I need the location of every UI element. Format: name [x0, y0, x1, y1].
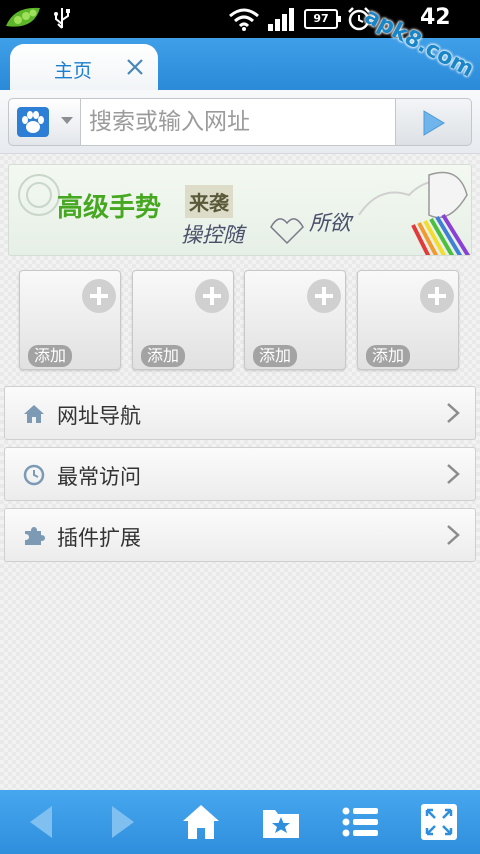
add-label: 添加	[366, 345, 411, 367]
banner-subtitle-left: 操控随	[181, 223, 244, 247]
clock-icon	[23, 464, 45, 486]
quick-add-tile[interactable]: 添加	[244, 270, 346, 370]
chevron-down-icon	[61, 117, 73, 124]
status-bar: 97 42	[0, 0, 480, 38]
chevron-right-icon	[447, 403, 460, 423]
fullscreen-icon[interactable]	[419, 802, 459, 842]
tab-home[interactable]: 主页	[10, 44, 158, 90]
forward-icon[interactable]	[102, 802, 142, 842]
banner-stamp: 来袭	[185, 185, 233, 218]
chevron-right-icon	[447, 525, 460, 545]
peapod-app-icon	[6, 7, 40, 27]
play-arrow-icon	[423, 110, 445, 136]
bottom-toolbar	[0, 790, 480, 854]
close-icon[interactable]	[124, 56, 146, 78]
wifi-icon	[229, 8, 259, 31]
tab-bar: 主页	[0, 38, 480, 90]
menu-item-label: 最常访问	[57, 465, 141, 489]
url-bar	[0, 90, 480, 154]
add-label: 添加	[253, 345, 298, 367]
menu-item-most-visited[interactable]: 最常访问	[4, 447, 476, 501]
go-button[interactable]	[396, 98, 472, 146]
alarm-icon	[348, 7, 370, 31]
signal-icon	[268, 8, 294, 31]
plus-icon	[307, 279, 341, 313]
home-icon[interactable]	[181, 802, 221, 842]
banner-subtitle-right: 所欲	[309, 211, 351, 235]
quick-add-tile[interactable]: 添加	[357, 270, 459, 370]
gesture-banner[interactable]: 高级手势 来袭 操控随 所欲	[8, 164, 472, 256]
plus-icon	[82, 279, 116, 313]
clock-time: 42	[420, 5, 451, 30]
menu-item-extensions[interactable]: 插件扩展	[4, 508, 476, 562]
search-input[interactable]	[80, 98, 396, 146]
usb-icon	[54, 8, 70, 29]
battery-icon: 97	[304, 9, 341, 29]
add-label: 添加	[141, 345, 186, 367]
quick-add-tile[interactable]: 添加	[132, 270, 234, 370]
tab-label: 主页	[54, 60, 93, 82]
add-label: 添加	[28, 345, 73, 367]
menu-list-icon[interactable]	[340, 802, 380, 842]
menu-item-label: 网址导航	[57, 404, 141, 428]
baidu-paw-icon	[17, 107, 49, 137]
plus-icon	[195, 279, 229, 313]
menu-item-label: 插件扩展	[57, 526, 141, 550]
banner-title: 高级手势	[57, 193, 162, 223]
search-engine-selector[interactable]	[8, 98, 80, 146]
puzzle-icon	[25, 527, 45, 545]
menu-item-site-navigation[interactable]: 网址导航	[4, 386, 476, 440]
chevron-right-icon	[447, 464, 460, 484]
back-icon[interactable]	[22, 802, 62, 842]
bookmark-star-icon[interactable]	[261, 802, 301, 842]
plus-icon	[420, 279, 454, 313]
home-icon	[24, 405, 44, 423]
quick-add-tile[interactable]: 添加	[19, 270, 121, 370]
